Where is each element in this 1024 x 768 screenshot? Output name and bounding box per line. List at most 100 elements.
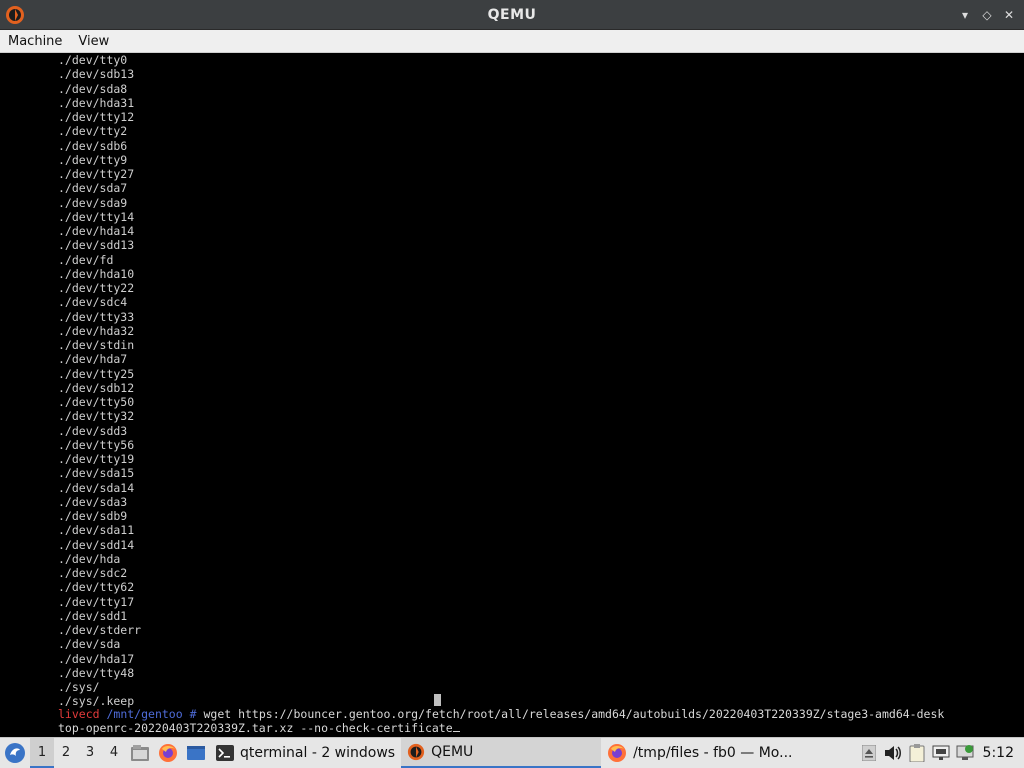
- workspace-1[interactable]: 1: [30, 738, 54, 768]
- quicklaunch-show-desktop[interactable]: [182, 738, 210, 768]
- terminal-line: ./dev/sda: [58, 637, 121, 652]
- firefox-icon: [159, 744, 177, 762]
- terminal-output: ./dev/tty0 ./dev/sdb13 ./dev/sda8 ./dev/hda…: [58, 53, 141, 709]
- terminal-line: ./dev/sda11: [58, 523, 135, 538]
- task-label: QEMU: [431, 744, 474, 760]
- show-desktop-icon: [187, 746, 205, 760]
- quicklaunch-file-manager[interactable]: [126, 738, 154, 768]
- window-titlebar[interactable]: QEMU ▾ ◇ ✕: [0, 0, 1024, 30]
- terminal-line: ./dev/tty33: [58, 309, 135, 324]
- terminal-line: ./dev/sdb12: [58, 380, 135, 395]
- close-button[interactable]: ✕: [1000, 6, 1018, 24]
- terminal-line: ./dev/tty56: [58, 437, 135, 452]
- menu-bar: Machine View: [0, 30, 1024, 53]
- terminal-line: ./dev/sdd13: [58, 238, 135, 253]
- restore-button[interactable]: ◇: [978, 6, 996, 24]
- clipboard-icon: [909, 744, 925, 762]
- terminal-line: ./dev/stdin: [58, 338, 135, 352]
- terminal-line: ./dev/sda15: [58, 466, 135, 481]
- file-manager-icon: [131, 745, 149, 761]
- terminal-line: ./dev/tty32: [58, 409, 135, 424]
- terminal-line: ./dev/tty62: [58, 580, 135, 595]
- tray-update[interactable]: [953, 738, 977, 768]
- window-title: QEMU: [487, 6, 537, 23]
- terminal-line: ./dev/tty2: [58, 124, 128, 139]
- terminal-line: ./dev/sdb9: [58, 509, 128, 523]
- workspace-4[interactable]: 4: [102, 738, 126, 768]
- tray-network[interactable]: [929, 738, 953, 768]
- tray-volume[interactable]: [881, 738, 905, 768]
- qemu-icon: [407, 743, 425, 761]
- task-label: /tmp/files - fb0 — Mo...: [633, 745, 793, 761]
- terminal-line: ./dev/sdb6: [58, 138, 128, 153]
- prompt-path: /mnt/gentoo: [106, 707, 183, 721]
- terminal-line: ./dev/tty22: [58, 281, 135, 295]
- prompt-command: wget https://bouncer.gentoo.org/fetch/ro…: [203, 707, 945, 721]
- terminal-line: ./dev/hda32: [58, 323, 135, 338]
- terminal-line: ./dev/sdb13: [58, 67, 135, 82]
- terminal-line: ./dev/hda31: [58, 95, 135, 110]
- terminal-line: ./dev/hda14: [58, 224, 135, 238]
- quicklaunch-firefox[interactable]: [154, 738, 182, 768]
- minimize-button[interactable]: ▾: [956, 6, 974, 24]
- terminal-line: ./dev/tty0: [58, 53, 128, 67]
- lxqt-start-icon: [5, 743, 25, 763]
- volume-icon: [884, 746, 901, 760]
- tray-clipboard[interactable]: [905, 738, 929, 768]
- task-qterminal[interactable]: qterminal - 2 windows: [210, 738, 401, 768]
- taskbar: 1 2 3 4 qterminal - 2 windows QEMU /tmp/…: [0, 737, 1024, 768]
- qemu-logo-icon[interactable]: [5, 5, 25, 25]
- system-tray: 5:12: [857, 738, 1024, 768]
- terminal-line: ./dev/sda14: [58, 480, 135, 495]
- terminal-line: ./dev/sdc2: [58, 566, 128, 580]
- eject-icon: [861, 745, 876, 761]
- workspace-3[interactable]: 3: [78, 738, 102, 768]
- tray-eject[interactable]: [857, 738, 881, 768]
- prompt-continuation: top-openrc-20220403T220339Z.tar.xz --no-…: [58, 721, 453, 736]
- prompt-symbol: #: [189, 707, 197, 721]
- terminal-line: ./dev/tty12: [58, 110, 135, 124]
- prompt-continuation-line: top-openrc-20220403T220339Z.tar.xz --no-…: [58, 721, 944, 735]
- mouse-cursor-block: [434, 694, 441, 706]
- task-firefox[interactable]: /tmp/files - fb0 — Mo...: [601, 738, 798, 768]
- terminal-line: ./dev/hda10: [58, 266, 135, 281]
- terminal-line: ./dev/hda7: [58, 352, 128, 367]
- text-cursor: [452, 731, 460, 733]
- task-qemu[interactable]: QEMU: [401, 738, 602, 768]
- firefox-icon: [608, 744, 627, 762]
- window-controls: ▾ ◇ ✕: [956, 6, 1018, 24]
- terminal-line: ./dev/tty27: [58, 167, 135, 181]
- terminal-prompt: livecd /mnt/gentoo # wget https://bounce…: [58, 707, 944, 736]
- menu-machine[interactable]: Machine: [0, 30, 70, 53]
- clock[interactable]: 5:12: [977, 738, 1024, 768]
- terminal-line: ./dev/tty48: [58, 665, 135, 680]
- terminal-line: ./dev/tty9: [58, 152, 128, 167]
- terminal-line: ./dev/tty25: [58, 366, 135, 381]
- terminal-line: ./dev/sdd1: [58, 608, 128, 623]
- terminal-line: ./dev/sdd3: [58, 423, 128, 438]
- terminal-line: ./dev/tty50: [58, 395, 135, 409]
- terminal-line: ./dev/fd: [58, 252, 114, 267]
- task-label: qterminal - 2 windows: [240, 745, 396, 761]
- start-menu-button[interactable]: [0, 738, 30, 768]
- network-icon: [932, 745, 950, 760]
- prompt-host: livecd: [58, 707, 100, 721]
- terminal-line: ./dev/sda9: [58, 195, 128, 210]
- terminal-line: ./dev/sda7: [58, 181, 128, 196]
- terminal-line: ./dev/sdd14: [58, 537, 135, 552]
- terminal-icon: [216, 745, 234, 761]
- terminal-line: ./dev/stderr: [58, 623, 142, 637]
- prompt-line: livecd /mnt/gentoo # wget https://bounce…: [58, 707, 944, 721]
- menu-view[interactable]: View: [70, 30, 117, 53]
- terminal-line: ./dev/tty14: [58, 209, 135, 224]
- terminal-line: ./dev/sda3: [58, 494, 128, 509]
- terminal-line: ./dev/hda: [58, 551, 121, 566]
- terminal-line: ./sys/: [58, 680, 100, 694]
- terminal-line: ./dev/tty19: [58, 452, 135, 466]
- vm-display[interactable]: ./dev/tty0 ./dev/sdb13 ./dev/sda8 ./dev/hda…: [0, 53, 1024, 737]
- terminal-line: ./dev/hda17: [58, 651, 135, 666]
- workspace-2[interactable]: 2: [54, 738, 78, 768]
- terminal-line: ./dev/sda8: [58, 81, 128, 96]
- terminal-line: ./dev/tty17: [58, 594, 135, 609]
- update-icon: [956, 745, 974, 760]
